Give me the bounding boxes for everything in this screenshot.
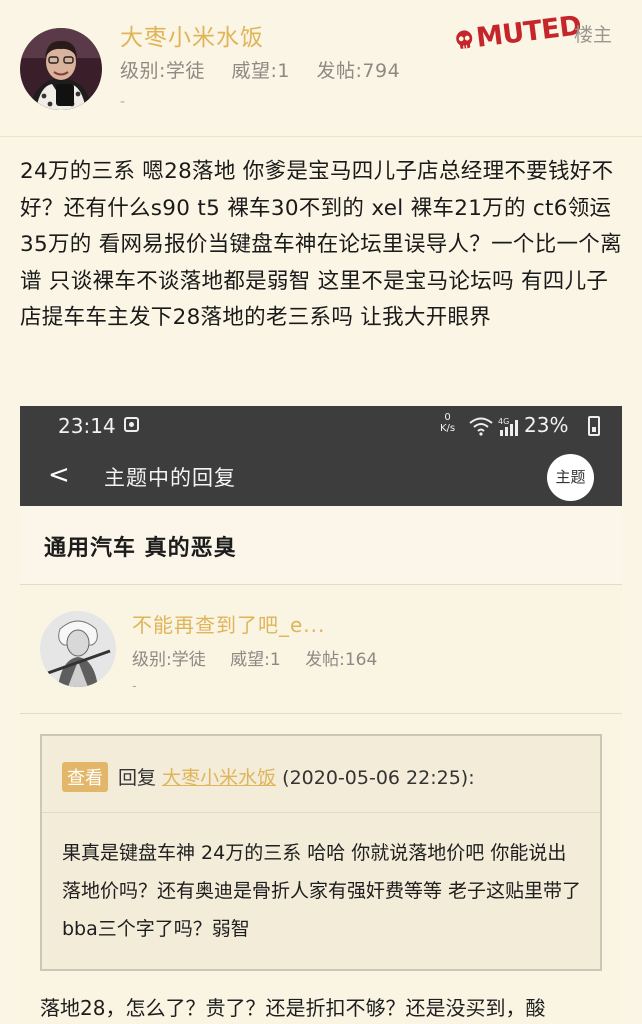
author-stats: 级别:学徒 威望:1 发帖:794 xyxy=(120,56,414,83)
app-nav-bar: < 主题中的回复 主题 xyxy=(20,448,622,506)
network-speed-unit: K/s xyxy=(440,423,456,434)
quote-reply-word: 回复 xyxy=(118,767,157,789)
topic-button[interactable]: 主题 xyxy=(547,454,594,501)
network-speed-value: 0 xyxy=(444,412,451,423)
network-speed: 0 K/s xyxy=(440,412,455,434)
battery-icon xyxy=(588,416,600,436)
quote-header: 查看 回复 大枣小米水饭 (2020-05-06 22:25): xyxy=(62,762,475,792)
muted-label: MUTED xyxy=(474,10,583,54)
author-reputation: 威望:1 xyxy=(231,60,290,82)
quoted-user-link[interactable]: 大枣小米水饭 xyxy=(162,767,276,789)
post-content: 24万的三系 嗯28落地 你爹是宝马四儿子店总经理不要钱好不好？还有什么s90 … xyxy=(20,159,622,330)
reply-author-level: 级别:学徒 xyxy=(132,650,206,670)
op-badge: 楼主 xyxy=(574,24,613,46)
view-button[interactable]: 查看 xyxy=(62,762,108,792)
nav-title: 主题中的回复 xyxy=(104,466,236,490)
reply-author-name[interactable]: 不能再查到了吧_e... xyxy=(132,609,325,638)
reply-author-stats: 级别:学徒 威望:1 发帖:164 xyxy=(132,645,391,670)
status-time: 23:14 xyxy=(58,414,116,438)
author-avatar[interactable] xyxy=(20,28,102,110)
quote-text: 果真是键盘车神 24万的三系 哈哈 你就说落地价吧 你能说出落地价吗？还有奥迪是… xyxy=(62,842,582,940)
thread-title-bar: 通用汽车 真的恶臭 xyxy=(20,506,622,585)
reply-author-reputation: 威望:1 xyxy=(230,650,281,670)
quote-block: 查看 回复 大枣小米水饭 (2020-05-06 22:25): 果真是键盘车神… xyxy=(40,734,602,971)
muted-stamp: MUTED xyxy=(451,10,583,57)
thread-title[interactable]: 通用汽车 真的恶臭 xyxy=(44,530,237,562)
author-post-count: 发帖:794 xyxy=(316,60,401,82)
phone-status-bar: 23:14 0 K/s 4G 23% xyxy=(20,406,622,448)
reply-author-header: 不能再查到了吧_e... 级别:学徒 威望:1 发帖:164 - xyxy=(20,585,622,714)
reply-author-post-count: 发帖:164 xyxy=(305,650,378,670)
author-name[interactable]: 大枣小米水饭 xyxy=(120,18,264,52)
reply-author-signature: - xyxy=(132,679,137,694)
quote-timestamp: (2020-05-06 22:25): xyxy=(282,767,475,789)
embedded-screenshot[interactable]: 23:14 0 K/s 4G 23% < 主题中的回复 主题 通用汽车 真的恶臭 xyxy=(20,406,622,1024)
network-type: 4G xyxy=(498,417,509,426)
battery-percent: 23% xyxy=(524,413,569,437)
reply-author-avatar[interactable] xyxy=(40,611,116,687)
notification-icon xyxy=(124,417,139,432)
skull-icon xyxy=(456,29,473,49)
author-signature: - xyxy=(120,94,126,110)
reply-content: 落地28，怎么了？贵了？还是折扣不够？还是没买到，酸 xyxy=(40,996,546,1020)
quote-divider xyxy=(42,812,600,813)
wifi-icon xyxy=(469,417,493,436)
back-chevron-icon[interactable]: < xyxy=(48,460,70,490)
post-author-header: 大枣小米水饭 级别:学徒 威望:1 发帖:794 - MUTED 楼主 xyxy=(0,0,642,137)
signal-icon: 4G xyxy=(498,417,518,436)
author-level: 级别:学徒 xyxy=(120,60,205,82)
